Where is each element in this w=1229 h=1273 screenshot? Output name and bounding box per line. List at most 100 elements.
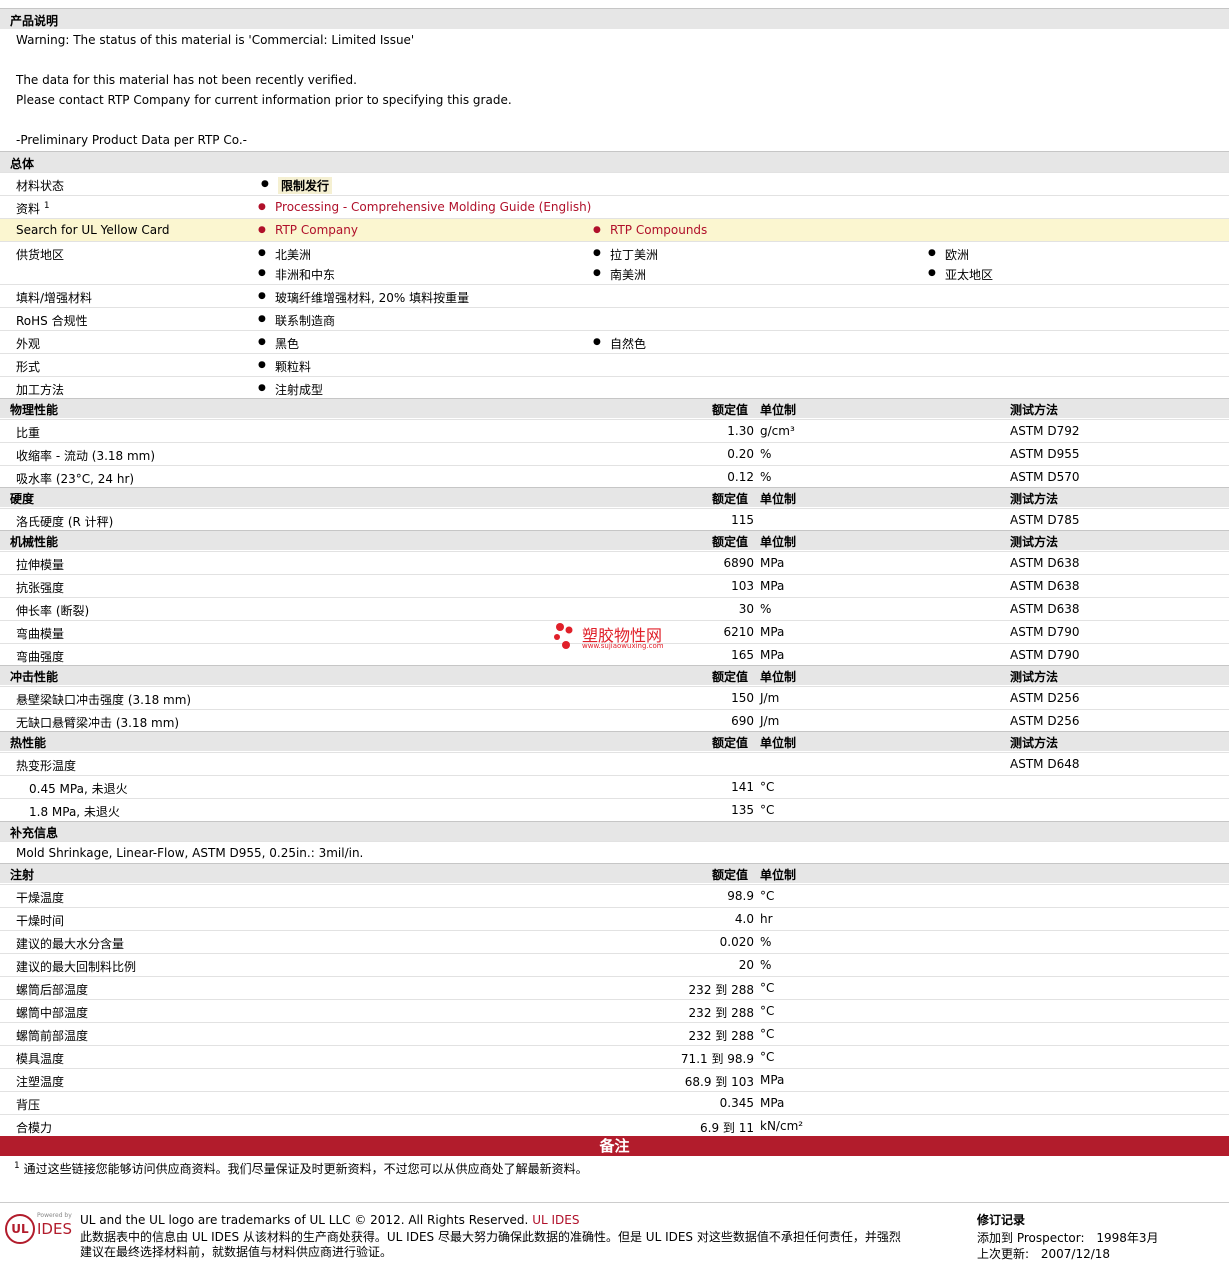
property-label: 1.8 MPa, 未退火 [29,805,120,819]
property-label: 收缩率 - 流动 (3.18 mm) [16,449,156,463]
property-label: 干燥时间 [16,914,65,928]
property-value: 232 到 288 [688,1029,754,1043]
property-unit: °C [760,889,775,903]
property-unit: % [760,935,772,949]
property-value: 232 到 288 [688,1006,754,1020]
property-row: 建议的最大回制料比例 20% [0,953,1229,976]
property-row: 悬壁梁缺口冲击强度 (3.18 mm) 150 J/m ASTM D256 [0,686,1229,709]
row-rohs: RoHS 合规性 联系制造商 [0,307,1229,330]
property-unit: hr [760,912,773,926]
notes-header: 备注 [0,1136,1229,1156]
property-row: 干燥时间 4.0 hr [0,907,1229,930]
row-documents: 资料 1 Processing - Comprehensive Molding … [0,195,1229,218]
property-value: 6210 [723,625,754,639]
column-header-nominal: 额定值 [712,868,749,882]
section-header-supplement: 补充信息 [0,821,1229,841]
column-header-test: 测试方法 [1010,403,1059,417]
region-item: 拉丁美洲 [593,246,658,263]
property-label: 弯曲强度 [16,650,65,664]
section-title: 补充信息 [10,826,59,840]
column-header-test: 测试方法 [1010,670,1059,684]
property-label: 注塑温度 [16,1075,65,1089]
property-row: 洛氏硬度 (R 计秤) 115 ASTM D785 [0,508,1229,531]
row-label: 材料状态 [16,179,65,193]
row-label: 资料 1 [16,200,50,217]
rtp-company-link[interactable]: RTP Company [258,223,358,237]
row-material-status: 材料状态 限制发行 [0,172,1229,195]
row-label: 加工方法 [16,383,65,397]
section-header-mechanical: 机械性能 额定值 单位制 测试方法 [0,530,1229,550]
property-test-method: ASTM D256 [1010,714,1080,728]
row-process: 加工方法 注射成型 [0,376,1229,398]
ides-brand: IDES [37,1220,72,1238]
property-value: 150 [731,691,754,705]
property-row: 伸长率 (断裂) 30% ASTM D638 [0,597,1229,620]
section-title: 热性能 [10,736,47,750]
row-appearance: 外观 黑色 自然色 [0,330,1229,353]
footnote-text: 通过这些链接您能够访问供应商资料。我们尽量保证及时更新资料，不过您可以从供应商处… [23,1162,588,1176]
property-row: 干燥温度 98.9 °C [0,884,1229,907]
property-row: 螺筒中部温度 232 到 288 °C [0,999,1229,1022]
row-label: 外观 [16,337,41,351]
rtp-compounds-link[interactable]: RTP Compounds [593,223,707,237]
column-header-test: 测试方法 [1010,736,1059,750]
property-unit: °C [760,1027,775,1041]
property-value: 165 [731,648,754,662]
section-header-physical: 物理性能 额定值 单位制 测试方法 [0,398,1229,418]
row-label: RoHS 合规性 [16,314,88,328]
description-line: Warning: The status of this material is … [16,33,415,47]
status-value: 限制发行 [261,177,333,194]
property-unit: MPa [760,625,785,639]
column-header-nominal: 额定值 [712,670,749,684]
property-value: 20 [738,958,754,972]
property-row: 螺筒前部温度 232 到 288 °C [0,1022,1229,1045]
column-header-unit: 单位制 [760,403,797,417]
row-form: 形式 颗粒料 [0,353,1229,376]
property-unit: % [760,447,772,461]
property-unit: °C [760,981,775,995]
revision-added: 添加到 Prospector: 1998年3月 [977,1229,1159,1246]
property-test-method: ASTM D638 [1010,602,1080,616]
powered-by: Powered by [37,1212,72,1219]
property-test-method: ASTM D256 [1010,691,1080,705]
property-row: 模具温度 71.1 到 98.9 °C [0,1045,1229,1068]
section-header-impact: 冲击性能 额定值 单位制 测试方法 [0,665,1229,685]
property-value: 135 [731,803,754,817]
column-header-nominal: 额定值 [712,736,749,750]
ul-ides-link[interactable]: UL IDES [532,1213,579,1227]
process-value: 注射成型 [258,381,323,398]
section-title: 机械性能 [10,535,59,549]
column-header-unit: 单位制 [760,670,797,684]
property-value: 0.20 [727,447,754,461]
property-value: 0.020 [719,935,754,949]
updated-label: 上次更新: [977,1247,1030,1261]
row-label: Search for UL Yellow Card [16,223,170,237]
property-unit: °C [760,780,775,794]
property-label: 吸水率 (23°C, 24 hr) [16,472,135,486]
property-row: 合模力 6.9 到 11 kN/cm² [0,1114,1229,1137]
watermark: 塑胶物性网 www.sujiaowuxing.com [552,620,664,655]
property-value: 115 [731,513,754,527]
property-value: 30 [738,602,754,616]
property-label: 抗张强度 [16,581,65,595]
revision-title: 修订记录 [977,1213,1026,1227]
property-value: 141 [731,780,754,794]
property-test-method: ASTM D790 [1010,625,1080,639]
property-unit: °C [760,1004,775,1018]
property-label: 螺筒后部温度 [16,983,89,997]
section-title: 硬度 [10,492,35,506]
property-value: 1.30 [727,424,754,438]
property-label: 模具温度 [16,1052,65,1066]
ul-ides-logo: UL Powered by IDES [5,1210,75,1250]
property-unit: g/cm³ [760,424,795,438]
property-value: 232 到 288 [688,983,754,997]
column-header-test: 测试方法 [1010,492,1059,506]
property-test-method: ASTM D792 [1010,424,1080,438]
property-label: 洛氏硬度 (R 计秤) [16,515,114,529]
filler-value: 玻璃纤维增强材料, 20% 填料按重量 [258,289,469,306]
property-label: 合模力 [16,1121,53,1135]
column-header-test: 测试方法 [1010,535,1059,549]
section-header-injection: 注射 额定值 单位制 [0,863,1229,883]
processing-guide-link[interactable]: Processing - Comprehensive Molding Guide… [258,200,591,214]
column-header-unit: 单位制 [760,492,797,506]
